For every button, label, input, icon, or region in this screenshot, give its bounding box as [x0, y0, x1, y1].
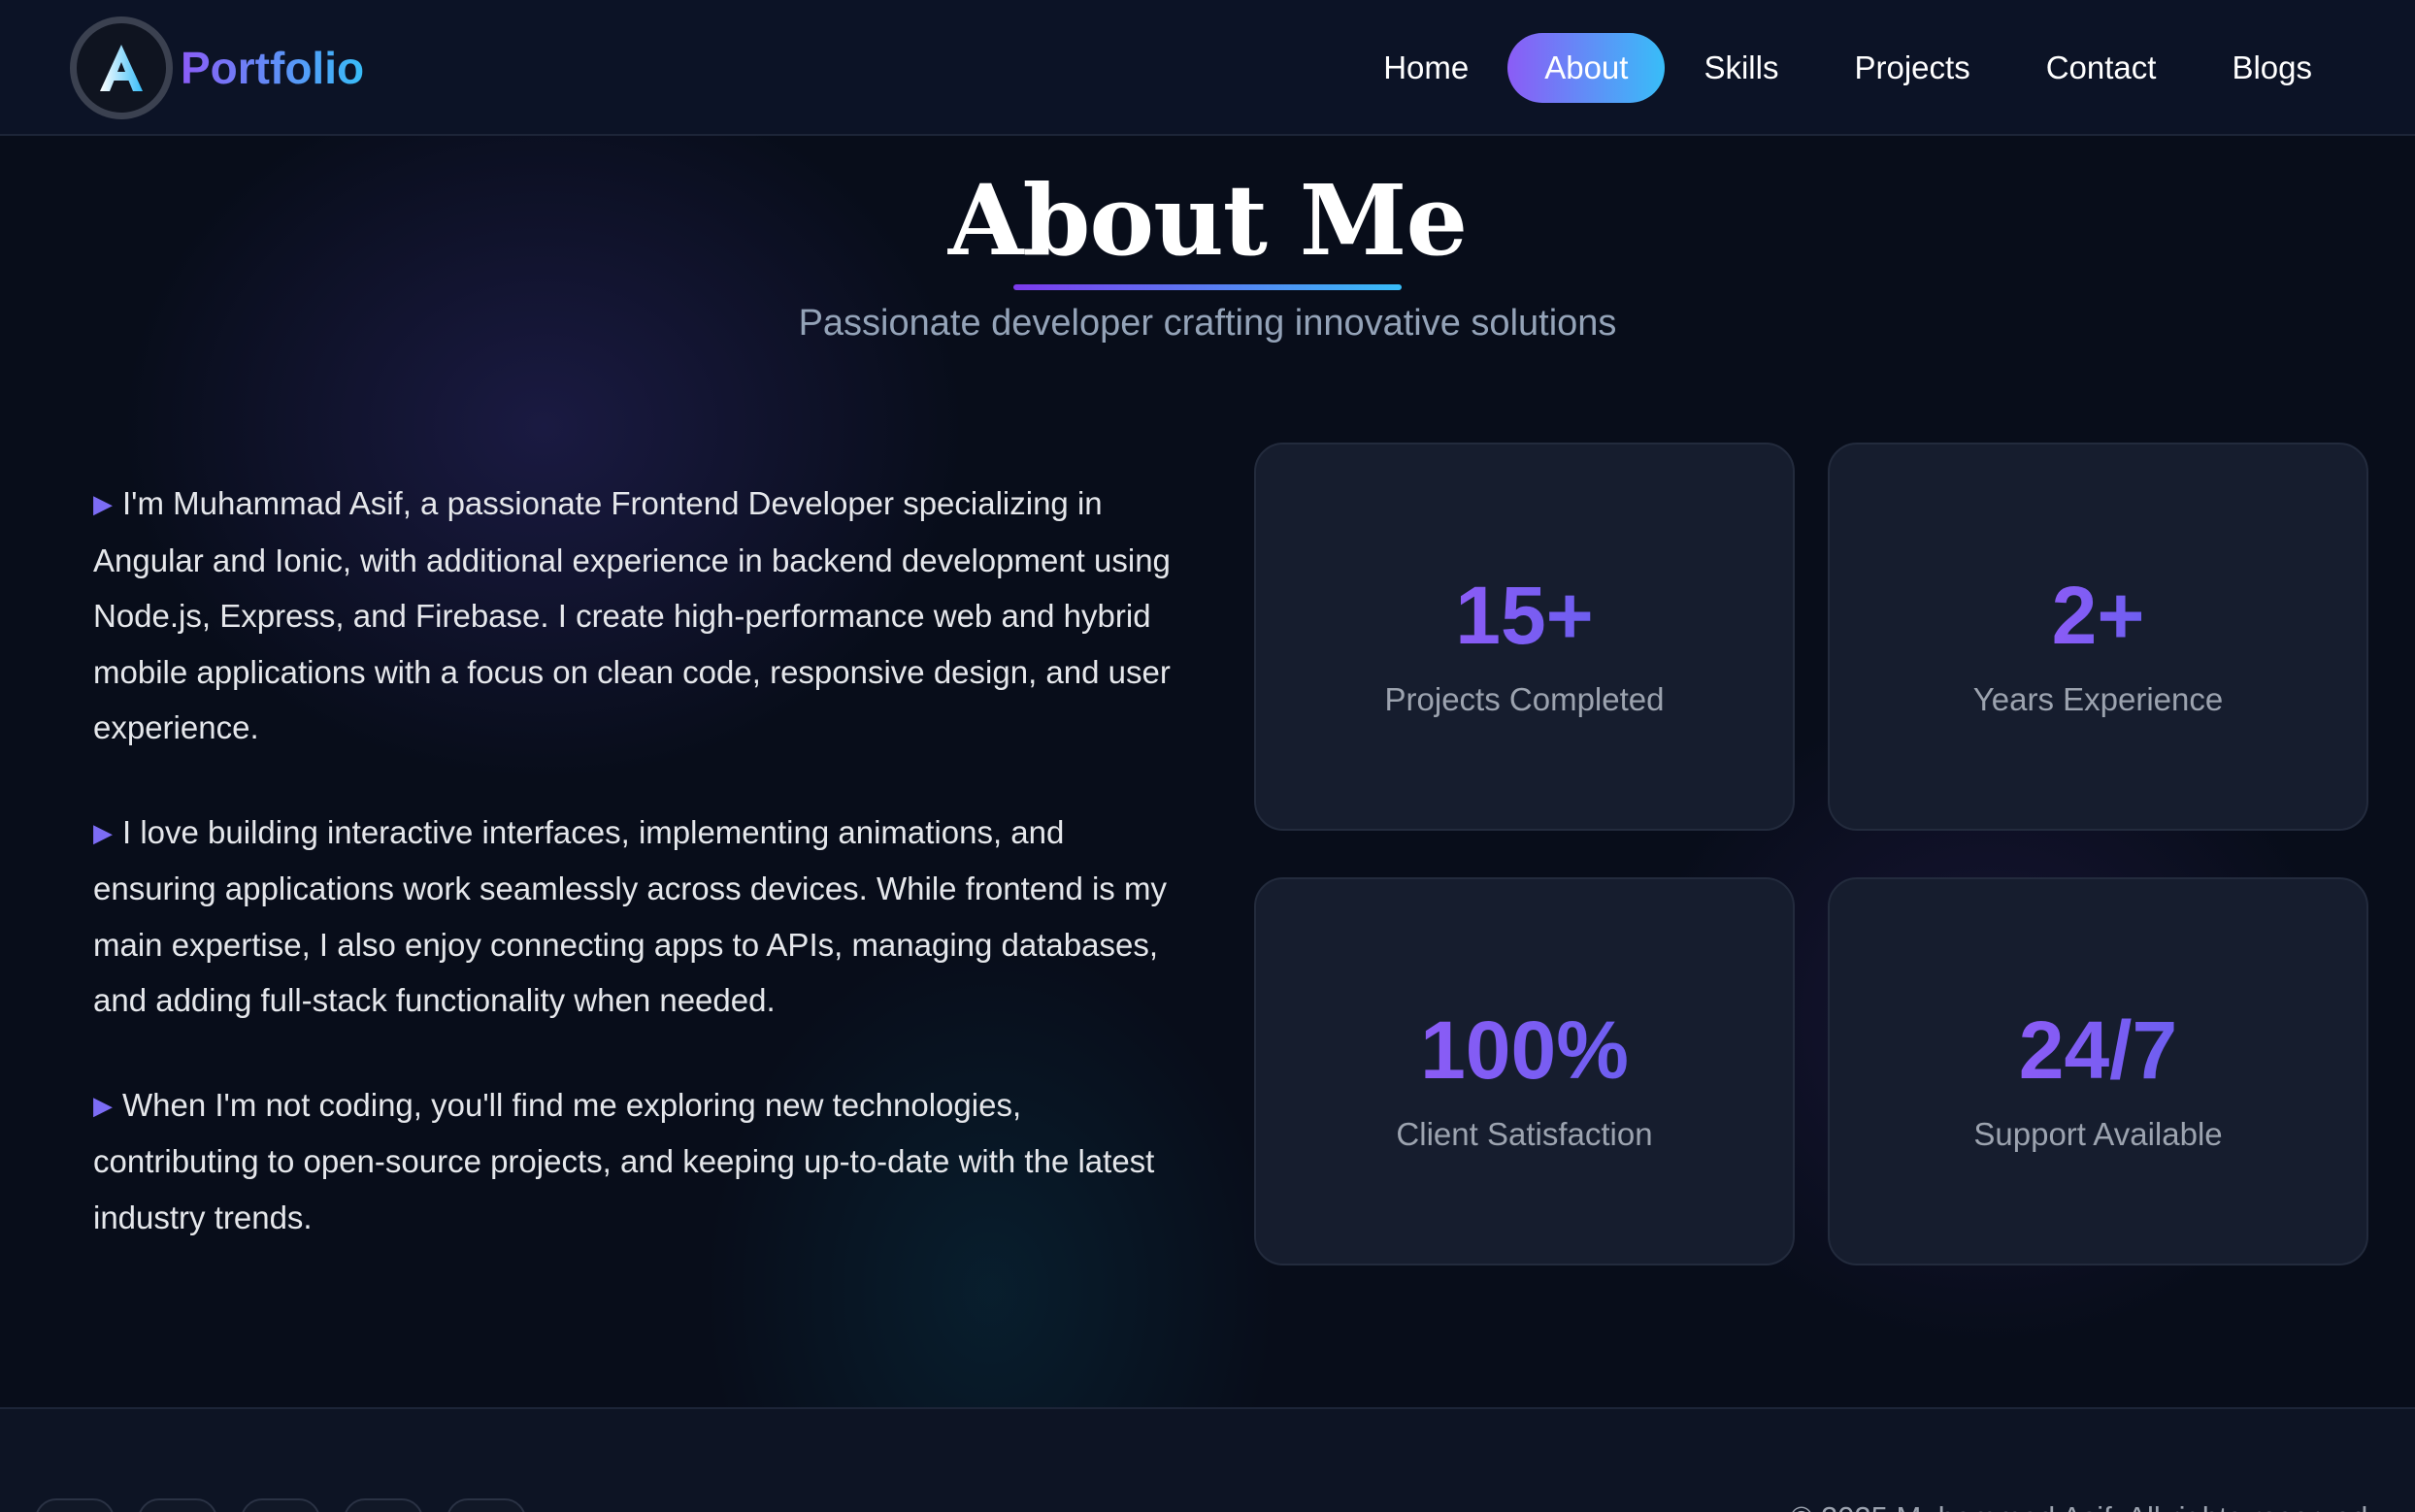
page-title: About Me	[947, 163, 1468, 278]
social-link-button[interactable]	[241, 1498, 320, 1512]
logo-text: Portfolio	[181, 43, 365, 93]
paragraph-text: I love building interactive interfaces, …	[93, 813, 1167, 1019]
stat-label: Support Available	[1973, 1116, 2223, 1152]
nav-projects[interactable]: Projects	[1817, 33, 2006, 103]
stat-value: 2+	[2051, 570, 2145, 661]
triangle-right-icon: ▶	[93, 489, 113, 518]
stat-label: Years Experience	[1972, 681, 2224, 717]
triangle-right-icon: ▶	[93, 817, 113, 847]
letter-a-logo-icon	[100, 45, 143, 91]
about-paragraph: ▶ I'm Muhammad Asif, a passionate Fronten…	[93, 476, 1180, 756]
about-description: ▶ I'm Muhammad Asif, a passionate Fronten…	[93, 476, 1180, 1294]
nav-contact[interactable]: Contact	[2009, 33, 2194, 103]
social-links	[35, 1498, 526, 1512]
stat-value: 24/7	[2018, 1004, 2178, 1096]
social-link-button[interactable]	[35, 1498, 115, 1512]
nav-skills[interactable]: Skills	[1667, 33, 1815, 103]
title-underline	[1013, 284, 1402, 290]
paragraph-text: When I'm not coding, you'll find me expl…	[93, 1086, 1155, 1235]
page-subtitle: Passionate developer crafting innovative…	[798, 303, 1617, 344]
nav-blogs[interactable]: Blogs	[2195, 33, 2349, 103]
stat-value: 100%	[1420, 1004, 1629, 1096]
paragraph-text: I'm Muhammad Asif, a passionate Frontend…	[93, 485, 1171, 745]
logo-link[interactable]: Portfolio	[70, 16, 364, 119]
navbar: Portfolio Home About Skills Projects Con…	[0, 0, 2415, 136]
about-paragraph: ▶ I love building interactive interfaces,…	[93, 805, 1180, 1029]
triangle-right-icon: ▶	[93, 1090, 113, 1120]
about-page: Portfolio Home About Skills Projects Con…	[0, 0, 2415, 1512]
social-link-button[interactable]	[447, 1498, 526, 1512]
about-paragraph: ▶ When I'm not coding, you'll find me exp…	[93, 1077, 1180, 1246]
stat-label: Projects Completed	[1384, 681, 1665, 717]
stat-value: 15+	[1455, 570, 1594, 661]
stat-card-support: 24/7 Support Available	[1828, 877, 2368, 1265]
stat-card-satisfaction: 100% Client Satisfaction	[1254, 877, 1795, 1265]
social-link-button[interactable]	[138, 1498, 217, 1512]
stat-card-experience: 2+ Years Experience	[1828, 443, 2368, 831]
footer: © 2025 Muhammad Asif. All rights reserve…	[0, 1407, 2415, 1512]
stat-card-projects: 15+ Projects Completed	[1254, 443, 1795, 831]
stats-grid: 15+ Projects Completed 2+ Years Experien…	[1254, 443, 2368, 1265]
logo-badge-icon	[70, 16, 173, 119]
nav-about[interactable]: About	[1507, 33, 1666, 103]
social-link-button[interactable]	[344, 1498, 423, 1512]
stat-label: Client Satisfaction	[1396, 1116, 1653, 1152]
main-nav: Home About Skills Projects Contact Blogs	[1344, 33, 2349, 103]
nav-home[interactable]: Home	[1346, 33, 1505, 103]
copyright-text: © 2025 Muhammad Asif. All rights reserve…	[1790, 1500, 2376, 1512]
